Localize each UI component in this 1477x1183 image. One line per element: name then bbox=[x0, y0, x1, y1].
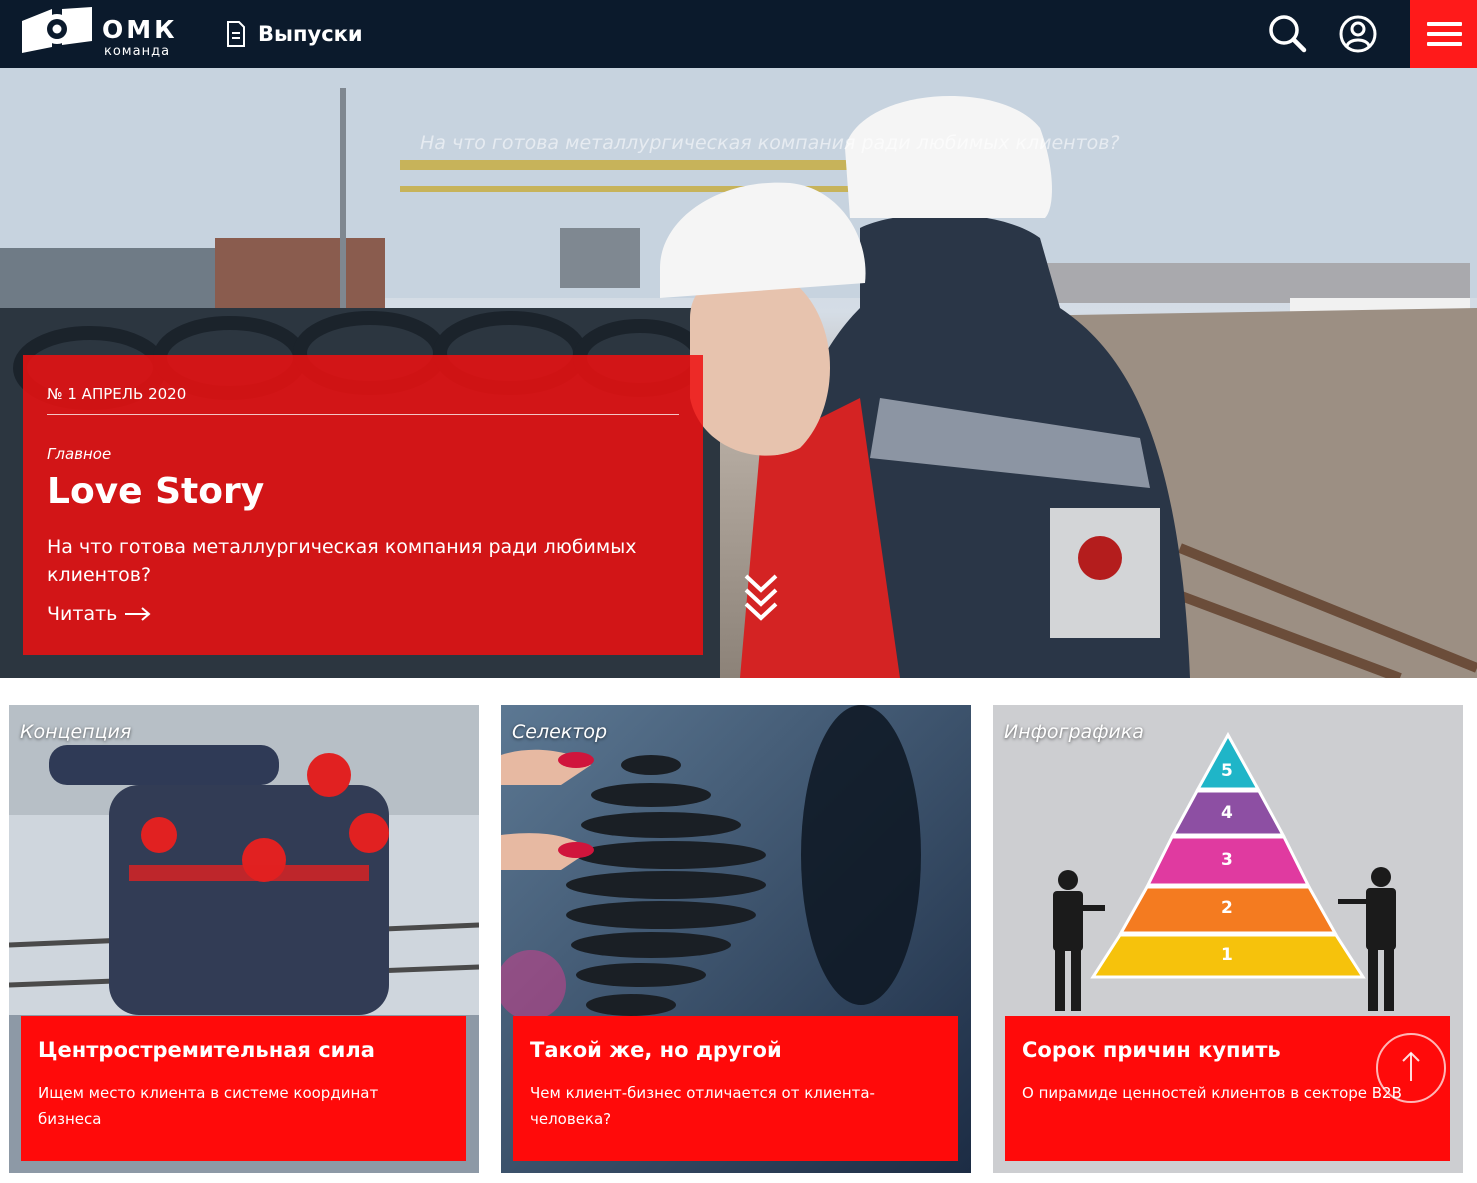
read-label: Читать bbox=[47, 603, 118, 625]
scroll-down-button[interactable] bbox=[740, 568, 782, 628]
hero-ghost-text: На что готова металлургическая компания … bbox=[420, 132, 1120, 154]
issues-label: Выпуски bbox=[258, 22, 363, 46]
card-title[interactable]: Сорок причин купить bbox=[1022, 1038, 1281, 1062]
menu-button[interactable] bbox=[1410, 0, 1477, 68]
card-infographic[interactable]: 5 4 3 2 1 Инфографика Сорок причин купит… bbox=[993, 705, 1463, 1173]
hero-rubric: Главное bbox=[47, 445, 112, 463]
divider bbox=[47, 414, 679, 415]
card-concept[interactable]: Концепция Центростремительная сила Ищем … bbox=[9, 705, 479, 1173]
omk-logo[interactable]: ОМК команда bbox=[22, 7, 177, 61]
card-text: О пирамиде ценностей клиентов в секторе … bbox=[1022, 1084, 1402, 1102]
card-text: Чем клиент-бизнес отличается от клиента-… bbox=[530, 1084, 875, 1128]
pyramid-level-label: 4 bbox=[1221, 803, 1233, 823]
pyramid-level-label: 2 bbox=[1221, 898, 1233, 918]
hamburger-icon-bar bbox=[1427, 42, 1462, 46]
pyramid-level-label: 3 bbox=[1221, 850, 1233, 870]
hero-card[interactable]: № 1 АПРЕЛЬ 2020 Главное Love Story На чт… bbox=[23, 355, 703, 655]
card-rubric: Селектор bbox=[512, 721, 608, 743]
card-selector[interactable]: Селектор Такой же, но другой Чем клиент-… bbox=[501, 705, 971, 1173]
profile-button[interactable] bbox=[1336, 12, 1380, 56]
card-title[interactable]: Такой же, но другой bbox=[530, 1038, 782, 1062]
document-icon bbox=[227, 21, 245, 47]
omk-logo-mark bbox=[22, 7, 92, 53]
scroll-to-top-button[interactable] bbox=[1376, 1033, 1446, 1103]
hero-lead: На что готова металлургическая компания … bbox=[47, 536, 637, 586]
hero-title[interactable]: Love Story bbox=[47, 471, 264, 512]
pyramid-level-label: 5 bbox=[1221, 761, 1233, 781]
pyramid-labels: 5 4 3 2 1 bbox=[993, 705, 1463, 1005]
card-caption[interactable]: Такой же, но другой Чем клиент-бизнес от… bbox=[513, 1016, 958, 1161]
hamburger-icon-bar bbox=[1427, 32, 1462, 36]
card-rubric: Инфографика bbox=[1004, 721, 1144, 743]
arrow-up-icon bbox=[1402, 1051, 1420, 1081]
issues-link[interactable]: Выпуски bbox=[226, 18, 363, 50]
double-chevron-down-icon bbox=[744, 574, 778, 621]
hamburger-icon bbox=[1427, 22, 1462, 26]
issue-date: № 1 АПРЕЛЬ 2020 bbox=[47, 385, 187, 403]
logo-subtitle: команда bbox=[104, 44, 171, 59]
user-icon bbox=[1339, 15, 1377, 53]
top-bar: ОМК команда Выпуски bbox=[0, 0, 1477, 68]
card-title[interactable]: Центростремительная сила bbox=[38, 1038, 375, 1062]
card-text: Ищем место клиента в системе координат б… bbox=[38, 1084, 379, 1128]
search-button[interactable] bbox=[1266, 12, 1310, 56]
search-icon bbox=[1269, 15, 1307, 53]
hero-banner[interactable]: На что готова металлургическая компания … bbox=[0, 68, 1477, 678]
logo-title: ОМК bbox=[102, 15, 178, 44]
read-link[interactable]: Читать bbox=[47, 603, 151, 625]
pyramid-level-label: 1 bbox=[1221, 945, 1233, 965]
card-caption[interactable]: Центростремительная сила Ищем место клие… bbox=[21, 1016, 466, 1161]
arrow-right-icon bbox=[125, 607, 151, 621]
card-rubric: Концепция bbox=[20, 721, 132, 743]
